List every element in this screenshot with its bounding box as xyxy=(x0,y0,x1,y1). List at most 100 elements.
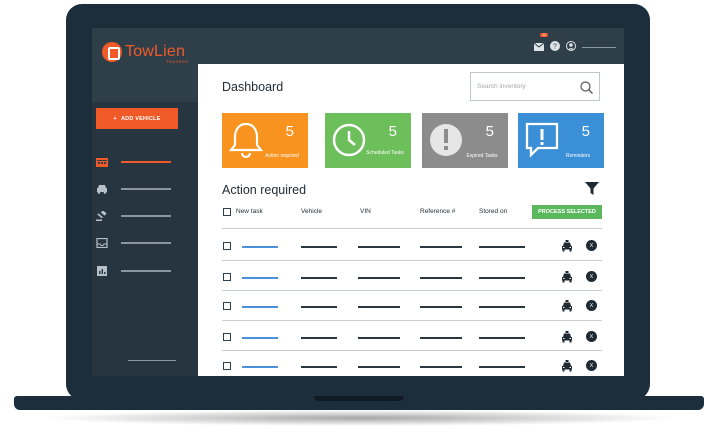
tow-car-icon[interactable] xyxy=(561,239,573,257)
column-header-vin[interactable]: VIN xyxy=(360,208,371,215)
reference-cell xyxy=(420,366,462,368)
laptop-shadow xyxy=(40,410,680,426)
sidebar-item-label xyxy=(121,242,171,244)
topbar-actions: 12 ? xyxy=(528,33,616,56)
stored-on-cell xyxy=(479,277,525,279)
row-checkbox[interactable] xyxy=(223,302,231,310)
row-checkbox[interactable] xyxy=(223,242,231,250)
add-vehicle-button[interactable]: + ADD VEHICLE xyxy=(96,108,178,129)
search-placeholder: Search inventory xyxy=(477,83,526,90)
column-header-reference[interactable]: Reference # xyxy=(420,208,455,215)
search-icon[interactable] xyxy=(580,81,593,96)
select-all-checkbox[interactable] xyxy=(223,208,231,216)
laptop-notch xyxy=(314,396,404,401)
tile-count: 5 xyxy=(485,123,494,140)
sidebar-item-vehicles[interactable] xyxy=(96,181,194,197)
new-task-link[interactable] xyxy=(242,366,278,368)
vehicle-cell xyxy=(301,246,337,248)
vin-cell xyxy=(358,337,400,339)
vin-cell xyxy=(358,366,400,368)
reference-cell xyxy=(420,306,462,308)
sidebar-item-calendar[interactable] xyxy=(96,154,194,170)
plus-icon: + xyxy=(113,115,117,122)
process-selected-button[interactable]: PROCESS SELECTED xyxy=(532,205,602,219)
sidebar-item-label xyxy=(121,270,171,272)
vin-cell xyxy=(358,246,400,248)
tow-car-icon[interactable] xyxy=(561,330,573,348)
sidebar-item-label xyxy=(121,188,171,190)
stored-on-cell xyxy=(479,337,525,339)
remove-button[interactable]: X xyxy=(586,271,597,282)
column-header-new-task[interactable]: New task xyxy=(236,208,263,215)
sidebar-item-inbox[interactable] xyxy=(96,235,194,251)
tile-label: Reminders xyxy=(565,153,591,159)
row-divider xyxy=(222,228,602,229)
calendar-icon xyxy=(96,157,108,167)
sidebar: TowLien TRAXERO + ADD VEHICLE xyxy=(92,28,198,376)
tile-action-required[interactable]: 5 Action required xyxy=(222,113,308,168)
tile-label: Expired Tasks xyxy=(466,153,498,159)
remove-button[interactable]: X xyxy=(586,331,597,342)
sidebar-item-label xyxy=(121,161,171,163)
sidebar-item-auctions[interactable] xyxy=(96,208,194,224)
search-input[interactable]: Search inventory xyxy=(470,72,600,101)
tow-car-icon[interactable] xyxy=(561,299,573,317)
new-task-link[interactable] xyxy=(242,337,278,339)
main-content: Dashboard Search inventory 5 Action requ… xyxy=(198,64,624,376)
sidebar-item-label xyxy=(121,215,171,217)
table-row[interactable]: X xyxy=(222,354,602,376)
logo-icon xyxy=(102,42,122,62)
row-divider xyxy=(222,290,602,291)
help-icon[interactable]: ? xyxy=(550,38,560,56)
row-checkbox[interactable] xyxy=(223,333,231,341)
vehicle-cell xyxy=(301,366,337,368)
reference-cell xyxy=(420,337,462,339)
stored-on-cell xyxy=(479,306,525,308)
new-task-link[interactable] xyxy=(242,246,278,248)
tile-label: Action required xyxy=(265,153,299,159)
vehicle-cell xyxy=(301,306,337,308)
row-checkbox[interactable] xyxy=(223,273,231,281)
inbox-icon xyxy=(96,238,108,248)
app-screen: TowLien TRAXERO + ADD VEHICLE 12 ? Dashb… xyxy=(92,28,624,376)
tow-car-icon[interactable] xyxy=(561,270,573,288)
filter-icon[interactable] xyxy=(585,182,599,201)
remove-button[interactable]: X xyxy=(586,300,597,311)
message-alert-icon xyxy=(524,121,562,166)
row-divider xyxy=(222,350,602,351)
remove-button[interactable]: X xyxy=(586,240,597,251)
column-header-vehicle[interactable]: Vehicle xyxy=(301,208,322,215)
clock-icon xyxy=(331,121,369,164)
user-name[interactable] xyxy=(582,46,616,48)
tile-count: 5 xyxy=(388,123,397,140)
vehicle-cell xyxy=(301,337,337,339)
laptop-base xyxy=(14,396,704,410)
tow-car-icon[interactable] xyxy=(561,359,573,376)
column-header-stored-on[interactable]: Stored on xyxy=(479,208,507,215)
row-divider xyxy=(222,260,602,261)
tile-label: Scheduled Tasks xyxy=(366,150,404,156)
gavel-icon xyxy=(96,211,108,221)
new-task-link[interactable] xyxy=(242,277,278,279)
tile-count: 5 xyxy=(285,123,294,140)
bell-icon xyxy=(228,121,264,164)
tile-scheduled-tasks[interactable]: 5 Scheduled Tasks xyxy=(325,113,411,168)
stored-on-cell xyxy=(479,366,525,368)
report-icon xyxy=(96,266,108,276)
sidebar-footer-text xyxy=(128,360,176,361)
reference-cell xyxy=(420,277,462,279)
mail-badge: 12 xyxy=(540,33,548,37)
mail-icon[interactable]: 12 xyxy=(533,33,548,56)
remove-button[interactable]: X xyxy=(586,360,597,371)
tile-reminders[interactable]: 5 Reminders xyxy=(518,113,604,168)
row-divider xyxy=(222,320,602,321)
sidebar-item-reports[interactable] xyxy=(96,263,194,279)
add-vehicle-label: ADD VEHICLE xyxy=(120,115,161,122)
row-checkbox[interactable] xyxy=(223,362,231,370)
svg-text:?: ? xyxy=(553,44,557,51)
tile-expired-tasks[interactable]: 5 Expired Tasks xyxy=(422,113,508,168)
user-icon[interactable] xyxy=(566,38,576,56)
new-task-link[interactable] xyxy=(242,306,278,308)
vin-cell xyxy=(358,277,400,279)
tile-count: 5 xyxy=(581,123,590,140)
